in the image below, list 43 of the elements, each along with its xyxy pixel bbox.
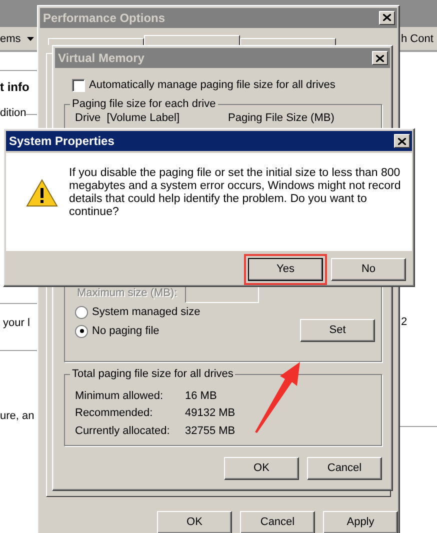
dialog-button[interactable]: OK: [157, 511, 232, 533]
info-label: Recommended:: [75, 407, 154, 421]
info-label: Currently allocated:: [75, 424, 171, 438]
checkbox-label: Automatically manage paging file size for all drives: [89, 79, 336, 92]
window-title: Virtual Memory: [58, 50, 144, 66]
radio-label: System managed size: [92, 306, 200, 320]
body-text: ure, an: [0, 410, 34, 424]
window-title: System Properties: [9, 134, 114, 148]
window-title: Performance Options: [43, 10, 166, 26]
group-label: dition: [0, 107, 26, 120]
group-title: Paging file size for each drive: [70, 98, 218, 112]
body-text: 2: [401, 316, 408, 330]
info-value: 49132 MB: [185, 407, 236, 421]
message-text: If you disable the paging file or set the initial size to less than 800 megabytes and a system error occurs, Windows might not record details that could help identify the problem. Do you want to continue?: [69, 167, 402, 220]
dialog-button[interactable]: Apply: [323, 511, 398, 533]
dialog-button[interactable]: Cancel: [307, 457, 382, 480]
dialog-button[interactable]: OK: [224, 457, 299, 480]
close-button[interactable]: [394, 134, 410, 148]
info-label: Minimum allowed:: [75, 390, 164, 404]
close-button[interactable]: [379, 10, 395, 25]
checkbox[interactable]: [72, 79, 85, 92]
column-header: Drive [Volume Label]: [75, 112, 181, 126]
body-text: your l: [3, 317, 30, 330]
caret-icon: [27, 37, 34, 41]
info-value: 32755 MB: [185, 424, 236, 438]
info-value: 16 MB: [185, 390, 217, 404]
close-icon: [398, 138, 406, 144]
radio-button[interactable]: [75, 324, 88, 338]
warning-icon: [26, 179, 58, 207]
dialog-button[interactable]: Cancel: [240, 511, 315, 533]
close-button[interactable]: [372, 51, 388, 65]
set-button[interactable]: Set: [300, 318, 375, 342]
column-header: Paging File Size (MB): [228, 112, 334, 126]
body-text: h Cont: [401, 33, 434, 46]
radio-button[interactable]: [75, 306, 88, 320]
toolbar-menu[interactable]: ems: [0, 33, 21, 46]
radio-label: No paging file: [92, 324, 160, 338]
close-icon: [376, 54, 384, 62]
dialog-button[interactable]: No: [331, 258, 406, 281]
section-heading: t info: [0, 80, 30, 94]
close-icon: [383, 14, 391, 22]
group-title: Total paging file size for all drives: [70, 368, 236, 382]
field-label: Maximum size (MB):: [77, 286, 178, 300]
